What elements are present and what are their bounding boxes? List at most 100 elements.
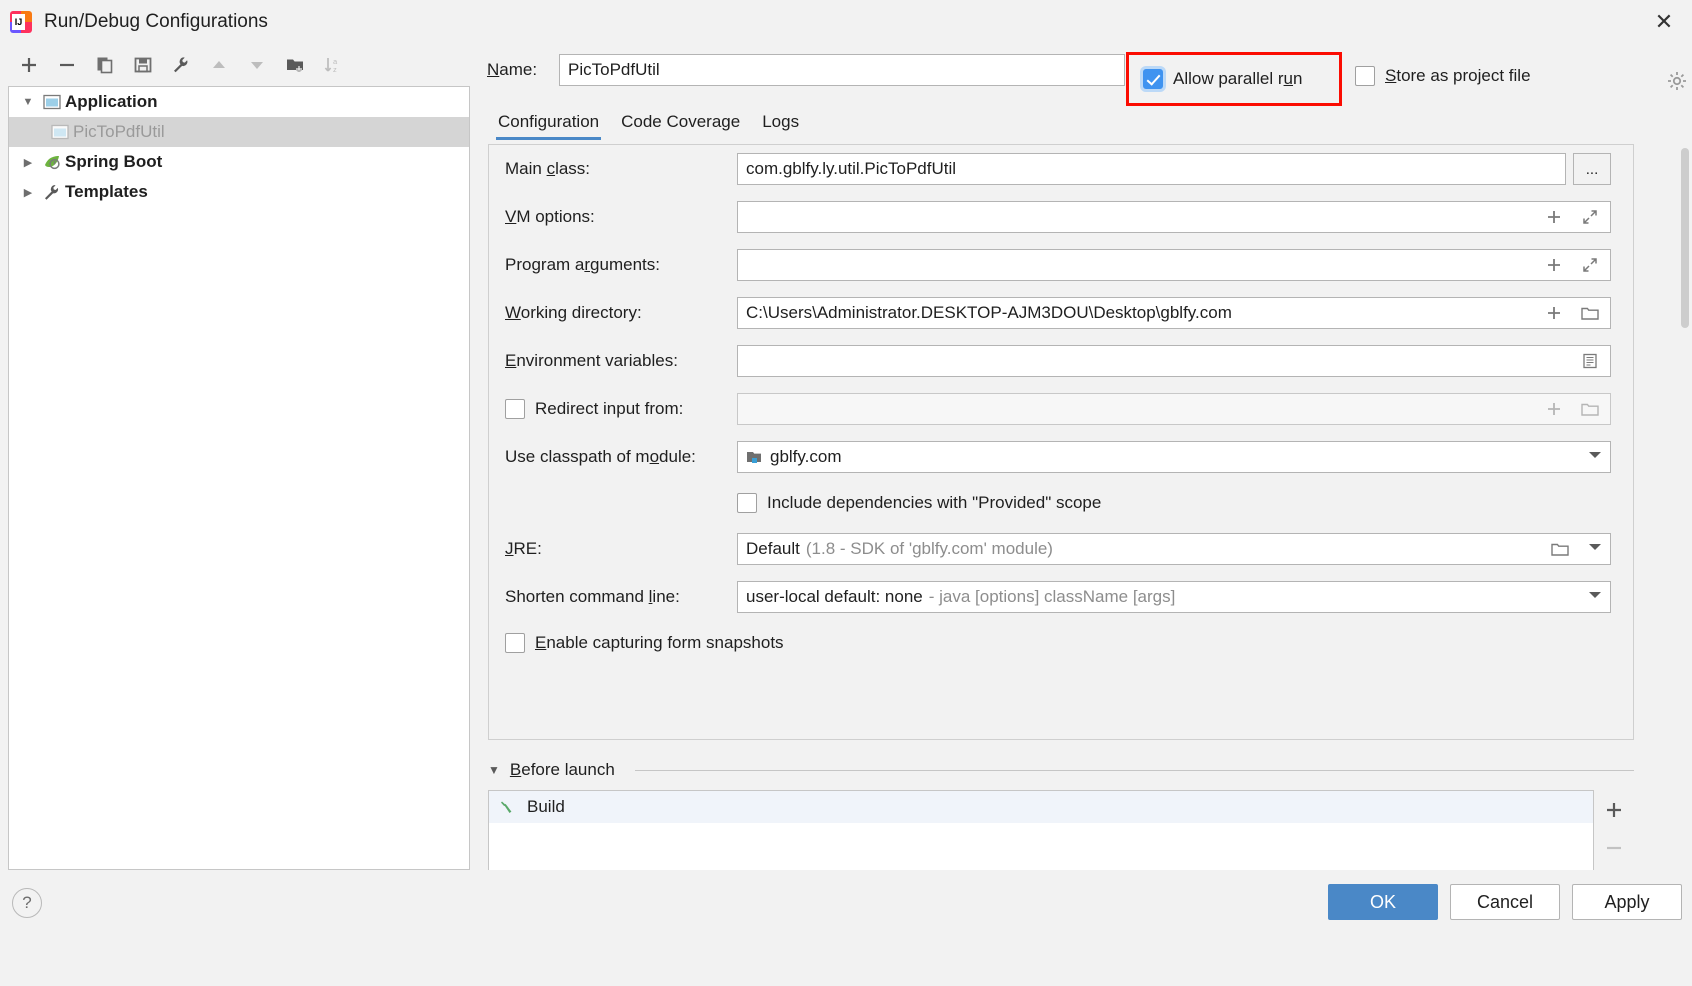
redirect-input-label-group: Redirect input from:: [505, 399, 737, 419]
working-directory-value: C:\Users\Administrator.DESKTOP-AJM3DOU\D…: [746, 303, 1232, 322]
enable-form-snapshots-checkbox[interactable]: [505, 633, 525, 653]
main-class-browse-button[interactable]: ...: [1573, 153, 1611, 185]
tree-node-label: Spring Boot: [65, 152, 163, 171]
list-item[interactable]: Build: [489, 791, 1593, 823]
redirect-input-checkbox[interactable]: [505, 399, 525, 419]
copy-icon[interactable]: [86, 48, 124, 82]
tree-node-application[interactable]: ▼ Application: [9, 87, 469, 117]
program-arguments-row: Program arguments:: [489, 241, 1633, 289]
use-classpath-of-module-combobox[interactable]: gblfy.com: [737, 441, 1611, 473]
expand-icon[interactable]: [1575, 250, 1605, 280]
divider: [634, 769, 1634, 771]
wrench-icon[interactable]: [162, 48, 200, 82]
vm-options-input[interactable]: [737, 201, 1611, 233]
chevron-down-icon[interactable]: [1589, 544, 1601, 550]
configurations-toolbar: a z: [0, 44, 472, 86]
allow-parallel-run-mnemonic: u: [1283, 69, 1294, 88]
ok-button[interactable]: OK: [1328, 884, 1438, 920]
add-macro-icon[interactable]: [1539, 202, 1569, 232]
cancel-button[interactable]: Cancel: [1450, 884, 1560, 920]
new-folder-icon[interactable]: [276, 48, 314, 82]
allow-parallel-run-highlight: Allow parallel run: [1126, 52, 1342, 106]
jre-combobox[interactable]: Default (1.8 - SDK of 'gblfy.com' module…: [737, 533, 1611, 565]
allow-parallel-run-checkbox[interactable]: [1143, 69, 1163, 89]
logo-text: IJ: [12, 14, 25, 30]
build-hammer-icon: [499, 798, 517, 816]
vm-options-label: VM options:: [505, 207, 595, 226]
editor-tabs: Configuration Code Coverage Logs: [488, 102, 1634, 140]
browse-folder-icon[interactable]: [1575, 298, 1605, 328]
include-provided-scope-row: Include dependencies with "Provided" sco…: [505, 481, 1633, 525]
help-button[interactable]: ?: [12, 888, 42, 918]
chevron-down-icon[interactable]: ▼: [488, 763, 500, 777]
move-down-icon[interactable]: [238, 48, 276, 82]
redirect-input-row: Redirect input from:: [489, 385, 1633, 433]
redirect-input-field[interactable]: [737, 393, 1611, 425]
chevron-down-icon[interactable]: ▼: [17, 96, 39, 108]
chevron-right-icon[interactable]: ▶: [17, 156, 39, 169]
configurations-tree[interactable]: ▼ Application PicToPdfUtil ▶ Spring Boot: [8, 86, 470, 870]
tree-node-label: Application: [65, 92, 158, 111]
use-classpath-of-module-row: Use classpath of module: gblfy.com: [489, 433, 1633, 481]
jre-value-detail: (1.8 - SDK of 'gblfy.com' module): [805, 539, 1053, 558]
name-label: Name:: [487, 60, 538, 79]
environment-variables-input[interactable]: [737, 345, 1611, 377]
include-provided-scope-checkbox[interactable]: [737, 493, 757, 513]
chevron-down-icon[interactable]: [1589, 452, 1601, 458]
tree-node-pictopdfutil[interactable]: PicToPdfUtil: [9, 117, 469, 147]
tab-logs[interactable]: Logs: [760, 108, 801, 140]
main-class-input[interactable]: com.gblfy.ly.util.PicToPdfUtil: [737, 153, 1566, 185]
tree-node-spring-boot[interactable]: ▶ Spring Boot: [9, 147, 469, 177]
scrollbar-thumb[interactable]: [1681, 148, 1689, 328]
sort-alphabetically-icon[interactable]: a z: [314, 48, 352, 82]
enable-form-snapshots-row: Enable capturing form snapshots: [489, 621, 1633, 665]
move-up-icon[interactable]: [200, 48, 238, 82]
configuration-editor-panel: Name: PicToPdfUtil Allow parallel run St…: [480, 44, 1692, 914]
title-bar: IJ Run/Debug Configurations ✕: [0, 0, 1692, 44]
browse-folder-icon[interactable]: [1545, 534, 1575, 564]
apply-button[interactable]: Apply: [1572, 884, 1682, 920]
add-macro-icon[interactable]: [1539, 250, 1569, 280]
tab-configuration[interactable]: Configuration: [496, 108, 602, 140]
dialog-footer: ? OK Cancel Apply: [0, 870, 1692, 986]
name-input[interactable]: PicToPdfUtil: [559, 54, 1125, 86]
include-provided-scope-label: Include dependencies with "Provided" sco…: [767, 493, 1102, 512]
redirect-input-label: Redirect input from:: [535, 399, 684, 418]
tab-code-coverage[interactable]: Code Coverage: [619, 108, 742, 140]
application-icon: [39, 94, 65, 110]
close-icon[interactable]: ✕: [1636, 0, 1692, 44]
add-icon[interactable]: [10, 48, 48, 82]
add-macro-icon[interactable]: [1539, 394, 1569, 424]
shorten-command-line-detail: - java [options] className [args]: [928, 587, 1176, 606]
store-as-project-file-row: Store as project file: [1355, 66, 1531, 86]
expand-icon[interactable]: [1575, 202, 1605, 232]
program-arguments-label: Program arguments:: [505, 255, 660, 274]
vertical-scrollbar[interactable]: [1678, 88, 1692, 914]
before-launch-title: Before launch: [509, 760, 615, 779]
add-macro-icon[interactable]: [1539, 298, 1569, 328]
browse-folder-icon[interactable]: [1575, 394, 1605, 424]
jre-label: JRE:: [505, 539, 542, 558]
templates-icon: [39, 183, 65, 201]
tree-node-templates[interactable]: ▶ Templates: [9, 177, 469, 207]
store-as-project-file-mnemonic: S: [1385, 66, 1397, 85]
remove-icon[interactable]: [48, 48, 86, 82]
svg-text:z: z: [333, 65, 337, 74]
window-title: Run/Debug Configurations: [44, 11, 268, 32]
shorten-command-line-value: user-local default: none: [746, 587, 923, 606]
chevron-right-icon[interactable]: ▶: [17, 186, 39, 199]
working-directory-input[interactable]: C:\Users\Administrator.DESKTOP-AJM3DOU\D…: [737, 297, 1611, 329]
program-arguments-input[interactable]: [737, 249, 1611, 281]
before-launch-header[interactable]: ▼ Before launch: [488, 760, 1634, 780]
store-as-project-file-checkbox[interactable]: [1355, 66, 1375, 86]
environment-variables-row: Environment variables:: [489, 337, 1633, 385]
chevron-down-icon[interactable]: [1589, 592, 1601, 598]
add-task-button[interactable]: [1598, 794, 1630, 826]
save-icon[interactable]: [124, 48, 162, 82]
edit-variables-icon[interactable]: [1575, 346, 1605, 376]
tree-node-label: Templates: [65, 182, 148, 201]
shorten-command-line-combobox[interactable]: user-local default: none - java [options…: [737, 581, 1611, 613]
allow-parallel-run-label: Allow parallel run: [1173, 69, 1303, 88]
remove-task-button[interactable]: [1598, 832, 1630, 864]
vm-options-row: VM options:: [489, 193, 1633, 241]
